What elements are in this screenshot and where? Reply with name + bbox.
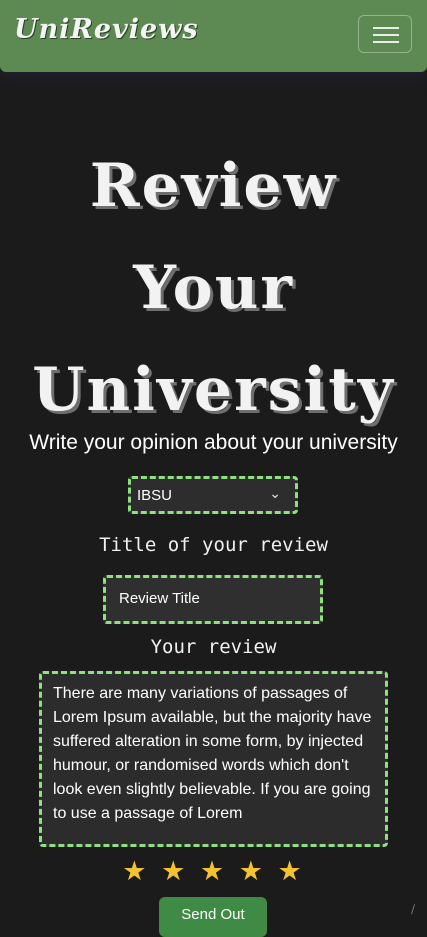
star-icon[interactable]: ★ xyxy=(122,856,149,887)
hamburger-menu-icon xyxy=(373,27,399,29)
review-title-label: Title of your review xyxy=(99,534,328,556)
hamburger-menu-icon xyxy=(373,34,399,36)
menu-toggle-button[interactable] xyxy=(358,15,412,53)
star-icon[interactable]: ★ xyxy=(239,856,266,887)
chevron-down-icon: ⌄ xyxy=(269,485,281,501)
rating-stars: ★ ★ ★ ★ ★ xyxy=(0,856,427,887)
review-textarea[interactable]: There are many variations of passages of… xyxy=(39,671,388,847)
review-title-input[interactable]: Review Title xyxy=(103,575,323,624)
star-icon[interactable]: ★ xyxy=(200,856,227,887)
hero-title-line: University xyxy=(32,355,395,425)
hero-title-line: Review xyxy=(89,151,338,221)
hero-title: Review Your University xyxy=(0,135,427,441)
university-select-value: IBSU xyxy=(137,487,173,504)
review-textarea-text: There are many variations of passages of… xyxy=(53,685,372,822)
review-title-input-value: Review Title xyxy=(119,590,200,607)
send-out-button[interactable]: Send Out xyxy=(159,897,267,937)
resize-grip-icon[interactable]: ∕ xyxy=(411,902,425,916)
hero-title-line: Your xyxy=(133,253,294,323)
brand-logo[interactable]: UniReviews xyxy=(14,14,199,45)
review-body-label: Your review xyxy=(150,636,277,658)
university-select[interactable]: IBSU ⌄ xyxy=(128,476,298,514)
star-icon[interactable]: ★ xyxy=(161,856,188,887)
page-subtitle: Write your opinion about your university xyxy=(29,431,398,454)
star-icon[interactable]: ★ xyxy=(278,856,305,887)
hamburger-menu-icon xyxy=(373,41,399,43)
navbar: UniReviews xyxy=(0,0,427,72)
